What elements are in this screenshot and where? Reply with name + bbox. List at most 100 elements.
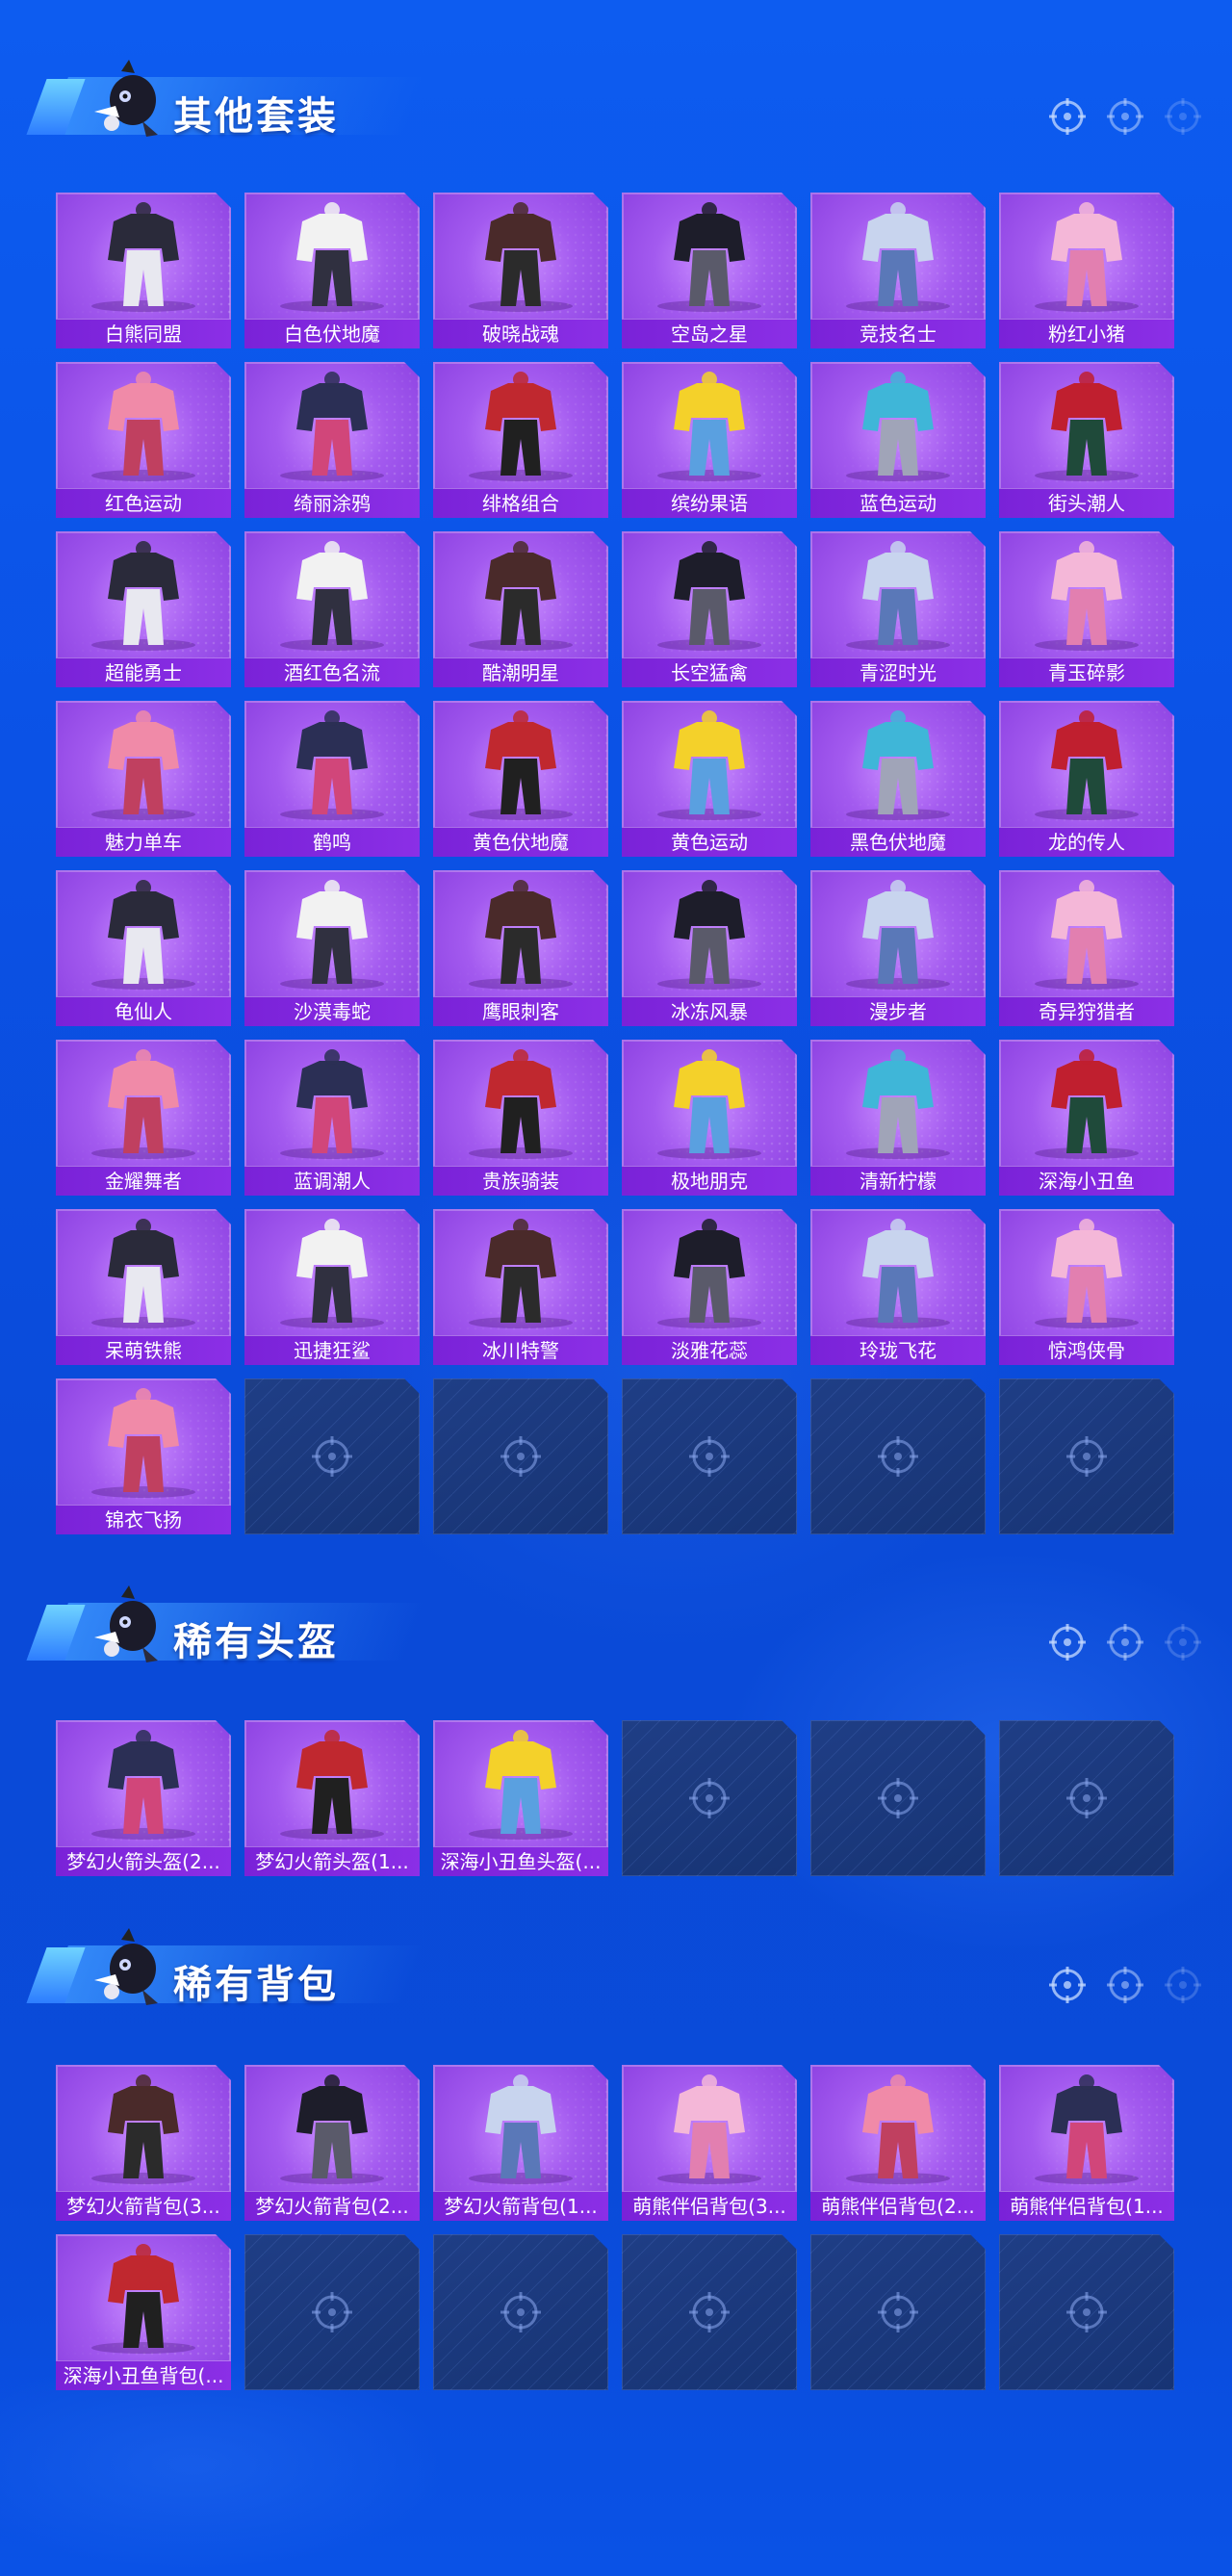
crosshair-icon	[1049, 1967, 1086, 2003]
item-name: 深海小丑鱼头盔(...	[433, 1846, 608, 1876]
item-name: 青玉碎影	[999, 657, 1174, 687]
item-name: 奇异狩猎者	[999, 996, 1174, 1026]
item-card[interactable]: 冰川特警	[433, 1209, 608, 1365]
item-card[interactable]: 梦幻火箭头盔(1...	[244, 1720, 420, 1876]
item-card[interactable]: 玲珑飞花	[810, 1209, 986, 1365]
item-card[interactable]: 长空猛禽	[622, 531, 797, 687]
item-card[interactable]: 黑色伏地魔	[810, 701, 986, 857]
item-name: 酷潮明星	[433, 657, 608, 687]
item-image	[810, 701, 986, 826]
item-image	[622, 2065, 797, 2190]
item-name: 冰川特警	[433, 1335, 608, 1365]
item-name: 鹰眼刺客	[433, 996, 608, 1026]
item-image	[56, 1040, 231, 1165]
item-card[interactable]: 淡雅花蕊	[622, 1209, 797, 1365]
item-name: 萌熊伴侣背包(1...	[999, 2191, 1174, 2221]
mascot-icon	[94, 1928, 158, 2005]
item-card[interactable]: 白色伏地魔	[244, 193, 420, 348]
item-card[interactable]: 鹤鸣	[244, 701, 420, 857]
item-card[interactable]: 蓝色运动	[810, 362, 986, 518]
empty-slot	[433, 2234, 608, 2390]
item-card[interactable]: 酷潮明星	[433, 531, 608, 687]
item-image	[56, 1720, 231, 1845]
item-image	[56, 193, 231, 318]
item-card[interactable]: 萌熊伴侣背包(3...	[622, 2065, 797, 2221]
item-name: 深海小丑鱼背包(...	[56, 2360, 231, 2390]
item-image	[244, 531, 420, 657]
empty-slot	[622, 2234, 797, 2390]
item-image	[244, 193, 420, 318]
item-image	[999, 2065, 1174, 2190]
item-card[interactable]: 漫步者	[810, 870, 986, 1026]
item-card[interactable]: 酒红色名流	[244, 531, 420, 687]
item-card[interactable]: 街头潮人	[999, 362, 1174, 518]
item-image	[999, 701, 1174, 826]
item-card[interactable]: 超能勇士	[56, 531, 231, 687]
item-card[interactable]: 粉红小猪	[999, 193, 1174, 348]
crosshair-icon	[875, 1775, 921, 1821]
item-card[interactable]: 呆萌铁熊	[56, 1209, 231, 1365]
item-card[interactable]: 金耀舞者	[56, 1040, 231, 1196]
section-header: 稀有背包	[26, 1917, 424, 2009]
item-image	[999, 1040, 1174, 1165]
item-card[interactable]: 萌熊伴侣背包(2...	[810, 2065, 986, 2221]
item-image	[999, 1209, 1174, 1334]
item-image	[622, 362, 797, 487]
item-card[interactable]: 缤纷果语	[622, 362, 797, 518]
empty-slot	[810, 1720, 986, 1876]
item-card[interactable]: 梦幻火箭头盔(2...	[56, 1720, 231, 1876]
item-card[interactable]: 绯格组合	[433, 362, 608, 518]
item-card[interactable]: 迅捷狂鲨	[244, 1209, 420, 1365]
item-card[interactable]: 梦幻火箭背包(1...	[433, 2065, 608, 2221]
section-header: 稀有头盔	[26, 1574, 424, 1666]
item-card[interactable]: 萌熊伴侣背包(1...	[999, 2065, 1174, 2221]
item-card[interactable]: 深海小丑鱼头盔(...	[433, 1720, 608, 1876]
item-name: 空岛之星	[622, 319, 797, 348]
item-name: 超能勇士	[56, 657, 231, 687]
section-other-outfits: 其他套装 白熊同盟 白色伏地魔 破晓战魂 空岛之星 竞技名士 粉红小猪 红色运动 绮丽涂鸦 绯格…	[0, 48, 1232, 1550]
item-card[interactable]: 竞技名士	[810, 193, 986, 348]
item-card[interactable]: 极地朋克	[622, 1040, 797, 1196]
header-target-icons	[1047, 96, 1203, 137]
item-card[interactable]: 锦衣飞扬	[56, 1378, 231, 1534]
item-card[interactable]: 深海小丑鱼背包(...	[56, 2234, 231, 2390]
item-card[interactable]: 黄色伏地魔	[433, 701, 608, 857]
item-name: 黑色伏地魔	[810, 827, 986, 857]
item-name: 锦衣飞扬	[56, 1505, 231, 1534]
item-card[interactable]: 沙漠毒蛇	[244, 870, 420, 1026]
item-image	[244, 1720, 420, 1845]
item-card[interactable]: 清新柠檬	[810, 1040, 986, 1196]
item-image	[433, 1209, 608, 1334]
item-card[interactable]: 惊鸿侠骨	[999, 1209, 1174, 1365]
item-card[interactable]: 奇异狩猎者	[999, 870, 1174, 1026]
item-card[interactable]: 白熊同盟	[56, 193, 231, 348]
item-name: 酒红色名流	[244, 657, 420, 687]
crosshair-icon	[498, 2289, 544, 2335]
item-name: 梦幻火箭背包(1...	[433, 2191, 608, 2221]
item-card[interactable]: 红色运动	[56, 362, 231, 518]
item-card[interactable]: 冰冻风暴	[622, 870, 797, 1026]
item-card[interactable]: 深海小丑鱼	[999, 1040, 1174, 1196]
item-card[interactable]: 梦幻火箭背包(3...	[56, 2065, 231, 2221]
item-image	[810, 193, 986, 318]
item-card[interactable]: 贵族骑装	[433, 1040, 608, 1196]
item-card[interactable]: 空岛之星	[622, 193, 797, 348]
crosshair-icon	[686, 2289, 732, 2335]
item-card[interactable]: 龙的传人	[999, 701, 1174, 857]
item-card[interactable]: 龟仙人	[56, 870, 231, 1026]
item-card[interactable]: 黄色运动	[622, 701, 797, 857]
item-card[interactable]: 梦幻火箭背包(2...	[244, 2065, 420, 2221]
crosshair-icon	[875, 2289, 921, 2335]
mascot-icon	[94, 60, 158, 137]
crosshair-icon	[1049, 98, 1086, 135]
item-image	[622, 870, 797, 995]
item-card[interactable]: 破晓战魂	[433, 193, 608, 348]
item-card[interactable]: 魅力单车	[56, 701, 231, 857]
item-card[interactable]: 青涩时光	[810, 531, 986, 687]
item-card[interactable]: 蓝调潮人	[244, 1040, 420, 1196]
item-card[interactable]: 鹰眼刺客	[433, 870, 608, 1026]
crosshair-icon	[1107, 1624, 1143, 1661]
item-card[interactable]: 绮丽涂鸦	[244, 362, 420, 518]
item-name: 破晓战魂	[433, 319, 608, 348]
item-card[interactable]: 青玉碎影	[999, 531, 1174, 687]
